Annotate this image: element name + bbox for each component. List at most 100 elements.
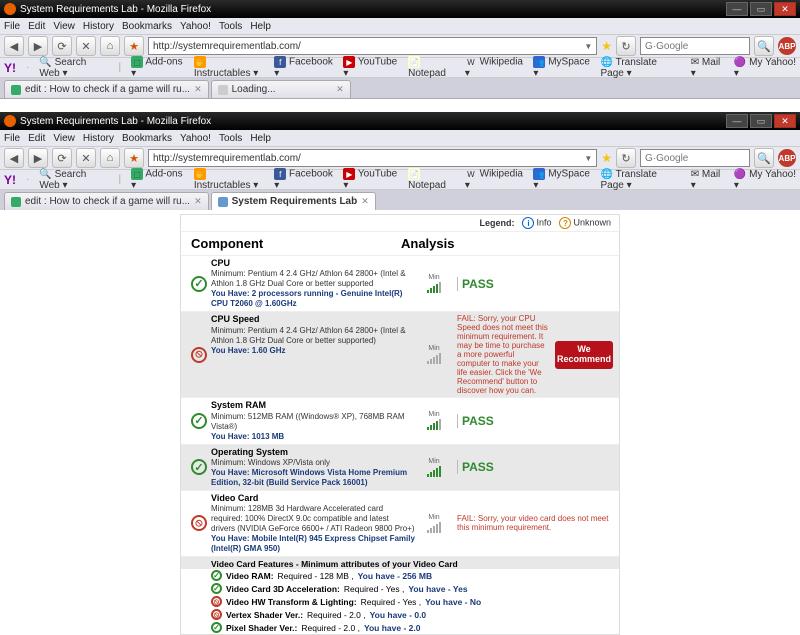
menu-yahoo[interactable]: Yahoo!	[180, 21, 211, 32]
home-button[interactable]: ⌂	[100, 148, 120, 168]
page-content: Legend: iInfo ?Unknown Component Analysi…	[0, 210, 800, 635]
menu-tools[interactable]: Tools	[219, 133, 242, 144]
bookmark-addons[interactable]: ⬚ Add-ons ▾	[131, 168, 184, 191]
bookmark-myspace[interactable]: 👥 MySpace ▾	[533, 56, 590, 79]
bookmark-star-icon[interactable]: ★	[601, 151, 612, 165]
menu-edit[interactable]: Edit	[28, 21, 45, 32]
bookmark-notepad[interactable]: 📄 Notepad	[408, 56, 455, 79]
bookmark-youtube[interactable]: ▶ YouTube ▾	[343, 168, 398, 191]
bookmark-myspace[interactable]: 👥 MySpace ▾	[533, 168, 590, 191]
close-tab-icon[interactable]: ✕	[361, 196, 369, 207]
menu-history[interactable]: History	[83, 21, 114, 32]
pass-icon: ✓	[211, 570, 222, 581]
legend-row: Legend: iInfo ?Unknown	[181, 215, 619, 232]
component-name: Video Card	[211, 493, 415, 504]
stop-button[interactable]: ✕	[76, 36, 96, 56]
bookmark-instructables[interactable]: ✋ Instructables ▾	[194, 56, 264, 79]
bookmark-translate[interactable]: 🌐 Translate Page ▾	[601, 57, 681, 79]
maximize-button[interactable]: ▭	[750, 2, 772, 16]
menu-view[interactable]: View	[53, 133, 75, 144]
history-button[interactable]: ★	[124, 148, 144, 168]
header-component: Component	[191, 236, 401, 251]
refresh-button[interactable]: ↻	[616, 36, 636, 56]
menu-yahoo[interactable]: Yahoo!	[180, 133, 211, 144]
tab-edit[interactable]: edit : How to check if a game will ru...…	[4, 80, 209, 98]
refresh-button[interactable]: ↻	[616, 148, 636, 168]
bookmark-mail[interactable]: ✉ Mail ▾	[691, 57, 724, 79]
yahoo-icon[interactable]: Y!	[4, 173, 16, 187]
menu-tools[interactable]: Tools	[219, 21, 242, 32]
history-button[interactable]: ★	[124, 36, 144, 56]
tab-loading[interactable]: Loading...✕	[211, 80, 351, 98]
close-tab-icon[interactable]: ✕	[336, 84, 344, 95]
feature-hwtl: ⦸Video HW Transform & Lighting: Required…	[181, 595, 619, 608]
menu-help[interactable]: Help	[250, 21, 271, 32]
adblock-icon[interactable]: ABP	[778, 37, 796, 55]
bookmarks-toolbar: Y! · 🔍 Search Web ▾ | ⬚ Add-ons ▾ ✋ Inst…	[0, 170, 800, 190]
dropdown-icon[interactable]: ▼	[584, 154, 592, 163]
bookmark-searchweb[interactable]: 🔍 Search Web ▾	[39, 169, 108, 191]
tab-edit[interactable]: edit : How to check if a game will ru...…	[4, 192, 209, 210]
url-bar[interactable]: http://systemrequirementlab.com/ ▼	[148, 149, 597, 167]
menu-help[interactable]: Help	[250, 133, 271, 144]
home-button[interactable]: ⌂	[100, 36, 120, 56]
menu-history[interactable]: History	[83, 133, 114, 144]
bookmark-notepad[interactable]: 📄 Notepad	[408, 168, 455, 191]
close-button[interactable]: ✕	[774, 114, 796, 128]
bookmark-translate[interactable]: 🌐 Translate Page ▾	[601, 169, 681, 191]
close-tab-icon[interactable]: ✕	[194, 84, 202, 95]
bookmark-myyahoo[interactable]: 🟣 My Yahoo! ▾	[734, 57, 796, 79]
reload-button[interactable]: ⟳	[52, 36, 72, 56]
yahoo-icon[interactable]: Y!	[4, 61, 16, 75]
search-go-button[interactable]: 🔍	[754, 36, 774, 56]
menu-bookmarks[interactable]: Bookmarks	[122, 21, 172, 32]
stop-button[interactable]: ✕	[76, 148, 96, 168]
search-go-button[interactable]: 🔍	[754, 148, 774, 168]
url-bar[interactable]: http://systemrequirementlab.com/ ▼	[148, 37, 597, 55]
nav-toolbar: ◀ ▶ ⟳ ✕ ⌂ ★ http://systemrequirementlab.…	[0, 146, 800, 170]
bookmark-mail[interactable]: ✉ Mail ▾	[691, 169, 724, 191]
close-button[interactable]: ✕	[774, 2, 796, 16]
adblock-icon[interactable]: ABP	[778, 149, 796, 167]
bookmark-myyahoo[interactable]: 🟣 My Yahoo! ▾	[734, 169, 796, 191]
window-title: System Requirements Lab - Mozilla Firefo…	[20, 4, 211, 15]
menu-file[interactable]: File	[4, 133, 20, 144]
menu-edit[interactable]: Edit	[28, 133, 45, 144]
fail-icon: ⦸	[211, 609, 222, 620]
search-box[interactable]: G· Google	[640, 37, 750, 55]
legend-info: iInfo	[522, 217, 551, 229]
bookmark-facebook[interactable]: f Facebook ▾	[274, 56, 333, 79]
bookmark-searchweb[interactable]: 🔍 Search Web ▾	[39, 57, 108, 79]
bookmarks-toolbar: Y! · 🔍 Search Web ▾ | ⬚ Add-ons ▾ ✋ Inst…	[0, 58, 800, 78]
dropdown-icon[interactable]: ▼	[584, 42, 592, 51]
search-box[interactable]: G· Google	[640, 149, 750, 167]
tab-srl[interactable]: System Requirements Lab✕	[211, 192, 376, 210]
menu-bar: File Edit View History Bookmarks Yahoo! …	[0, 18, 800, 34]
bookmark-wikipedia[interactable]: W Wikipedia ▾	[465, 168, 524, 191]
forward-button[interactable]: ▶	[28, 36, 48, 56]
bookmark-wikipedia[interactable]: W Wikipedia ▾	[465, 56, 524, 79]
back-button[interactable]: ◀	[4, 36, 24, 56]
menu-view[interactable]: View	[53, 21, 75, 32]
back-button[interactable]: ◀	[4, 148, 24, 168]
reload-button[interactable]: ⟳	[52, 148, 72, 168]
youhave-text: You Have: Microsoft Windows Vista Home P…	[211, 468, 415, 488]
forward-button[interactable]: ▶	[28, 148, 48, 168]
pass-badge: PASS	[457, 277, 494, 291]
bookmark-star-icon[interactable]: ★	[601, 39, 612, 53]
row-cpu: ✓ CPU Minimum: Pentium 4 2.4 GHz/ Athlon…	[181, 255, 619, 311]
close-tab-icon[interactable]: ✕	[194, 196, 202, 207]
we-recommend-button[interactable]: We Recommend	[555, 341, 613, 369]
youhave-text: You Have: Mobile Intel(R) 945 Express Ch…	[211, 534, 415, 554]
menu-file[interactable]: File	[4, 21, 20, 32]
pass-icon: ✓	[211, 622, 222, 633]
bookmark-instructables[interactable]: ✋ Instructables ▾	[194, 168, 264, 191]
minimize-button[interactable]: —	[726, 2, 748, 16]
menu-bookmarks[interactable]: Bookmarks	[122, 133, 172, 144]
bookmark-facebook[interactable]: f Facebook ▾	[274, 168, 333, 191]
feature-vshader: ⦸Vertex Shader Ver.: Required - 2.0 , Yo…	[181, 608, 619, 621]
minimize-button[interactable]: —	[726, 114, 748, 128]
bookmark-addons[interactable]: ⬚ Add-ons ▾	[131, 56, 184, 79]
maximize-button[interactable]: ▭	[750, 114, 772, 128]
bookmark-youtube[interactable]: ▶ YouTube ▾	[343, 56, 398, 79]
